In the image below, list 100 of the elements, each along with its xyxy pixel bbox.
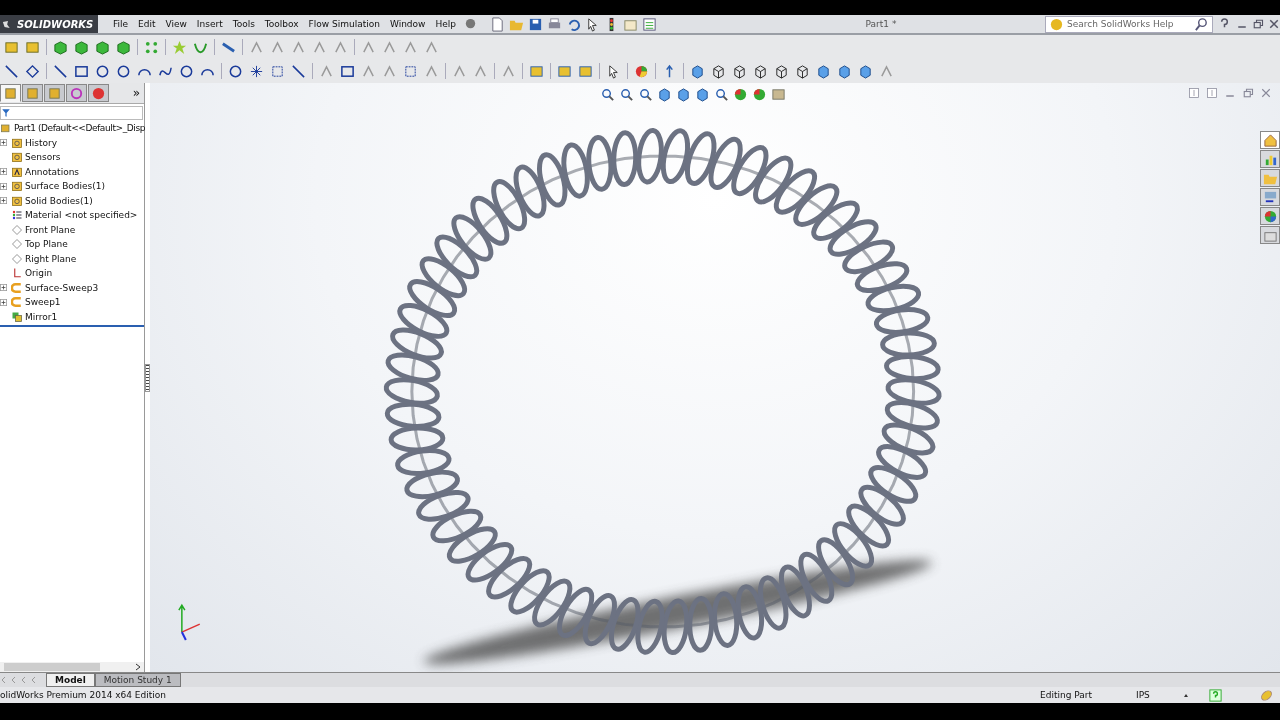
tree-item[interactable]: Sweep1 — [25, 297, 61, 308]
zoom-icon[interactable] — [638, 87, 653, 102]
pointer-icon[interactable] — [606, 63, 621, 79]
model-tab[interactable]: Model — [46, 673, 95, 687]
box-icon[interactable] — [529, 63, 544, 79]
zoom-icon[interactable] — [619, 87, 634, 102]
expand-icon[interactable] — [0, 298, 7, 306]
menu-item[interactable]: View — [162, 19, 190, 29]
circle-icon[interactable] — [179, 63, 194, 79]
square-icon[interactable] — [74, 63, 89, 79]
tree-item[interactable]: Sensors — [25, 152, 61, 163]
circle-icon[interactable] — [228, 63, 243, 79]
tool-icon[interactable] — [270, 39, 285, 55]
tree-item[interactable]: History — [25, 137, 58, 148]
circle-icon[interactable] — [95, 63, 110, 79]
scrollbar-thumb[interactable] — [4, 663, 100, 671]
tool-icon[interactable] — [879, 63, 894, 79]
line-icon[interactable] — [4, 63, 19, 79]
tool-icon[interactable] — [424, 63, 439, 79]
star-icon[interactable] — [249, 63, 264, 79]
tool-icon[interactable] — [333, 39, 348, 55]
star-icon[interactable] — [172, 39, 187, 55]
box-icon[interactable] — [578, 63, 593, 79]
panel-tab[interactable] — [66, 84, 87, 102]
expand-icon[interactable] — [0, 197, 7, 205]
panel-tab[interactable] — [22, 84, 43, 102]
wire-icon[interactable] — [732, 63, 747, 79]
menu-item[interactable]: Insert — [193, 19, 226, 29]
zoom-icon[interactable] — [600, 87, 615, 102]
circle-icon[interactable] — [116, 63, 131, 79]
tool-icon[interactable] — [424, 39, 439, 55]
panel-tab[interactable] — [88, 84, 109, 102]
restore-icon[interactable] — [1242, 87, 1254, 99]
expand-icon[interactable] — [0, 139, 7, 147]
cube-icon[interactable] — [858, 63, 873, 79]
save-icon[interactable] — [528, 16, 543, 32]
wire-icon[interactable] — [774, 63, 789, 79]
tool-icon[interactable] — [361, 39, 376, 55]
expand-panel-button[interactable]: » — [132, 86, 144, 100]
tool-icon[interactable] — [501, 63, 516, 79]
panel-tab[interactable] — [44, 84, 65, 102]
menu-item[interactable]: File — [110, 19, 132, 29]
sphere-icon[interactable] — [752, 87, 767, 102]
split-view-icon[interactable] — [1206, 87, 1218, 99]
tree-item[interactable]: Mirror1 — [25, 311, 58, 322]
pointer-icon[interactable] — [585, 16, 600, 32]
task-pane-tab[interactable] — [1260, 169, 1280, 187]
expand-icon[interactable] — [0, 284, 7, 292]
task-pane-tab[interactable] — [1260, 207, 1280, 225]
cube-icon[interactable] — [74, 39, 89, 55]
expand-icon[interactable] — [0, 168, 7, 176]
tree-item[interactable]: Top Plane — [25, 239, 68, 250]
scene-icon[interactable] — [771, 87, 786, 102]
grid-icon[interactable] — [270, 63, 285, 79]
view-cube-icon[interactable] — [657, 87, 672, 102]
tag-icon[interactable] — [1259, 687, 1274, 703]
tool-icon[interactable] — [361, 63, 376, 79]
square-icon[interactable] — [340, 63, 355, 79]
box-icon[interactable] — [4, 39, 19, 55]
cube-icon[interactable] — [95, 39, 110, 55]
tool-icon[interactable] — [319, 63, 334, 79]
cube-icon[interactable] — [690, 63, 705, 79]
task-pane-tab[interactable] — [1260, 131, 1280, 149]
search-icon[interactable] — [1194, 16, 1209, 32]
task-pane-tab[interactable] — [1260, 226, 1280, 244]
view-cube-icon[interactable] — [676, 87, 691, 102]
tool-icon[interactable] — [382, 39, 397, 55]
tree-item[interactable]: Surface Bodies(1) — [25, 181, 105, 192]
list-icon[interactable] — [642, 16, 657, 32]
grid-icon[interactable] — [144, 39, 159, 55]
tree-item[interactable]: Part1 (Default<<Default>_Disp — [14, 123, 145, 134]
tool-icon[interactable] — [249, 39, 264, 55]
task-pane-tab[interactable] — [1260, 150, 1280, 168]
wire-icon[interactable] — [795, 63, 810, 79]
cube-icon[interactable] — [816, 63, 831, 79]
menu-item[interactable]: Toolbox — [261, 19, 302, 29]
menu-item[interactable]: Flow Simulation — [305, 19, 383, 29]
menu-item[interactable]: Window — [386, 19, 429, 29]
close-icon[interactable] — [1260, 87, 1272, 99]
sphere-icon[interactable] — [733, 87, 748, 102]
tree-item[interactable]: Solid Bodies(1) — [25, 195, 93, 206]
zoom-icon[interactable] — [714, 87, 729, 102]
tree-item[interactable]: Right Plane — [25, 253, 77, 264]
tree-item[interactable]: Front Plane — [25, 224, 76, 235]
wire-icon[interactable] — [711, 63, 726, 79]
restore-icon[interactable] — [1252, 18, 1264, 30]
tree-item[interactable]: Annotations — [25, 166, 80, 177]
units-button[interactable]: IPS — [1136, 690, 1176, 700]
cube-icon[interactable] — [53, 39, 68, 55]
tool-icon[interactable] — [473, 63, 488, 79]
panel-tab[interactable] — [0, 84, 21, 102]
tree-item[interactable]: Surface-Sweep3 — [25, 282, 99, 293]
line-icon[interactable] — [291, 63, 306, 79]
tool-icon[interactable] — [403, 39, 418, 55]
split-view-icon[interactable] — [1188, 87, 1200, 99]
expand-icon[interactable] — [0, 182, 7, 190]
view-cube-icon[interactable] — [695, 87, 710, 102]
model-tab[interactable]: Motion Study 1 — [94, 673, 181, 687]
menu-item[interactable]: Help — [432, 19, 459, 29]
wire-icon[interactable] — [753, 63, 768, 79]
